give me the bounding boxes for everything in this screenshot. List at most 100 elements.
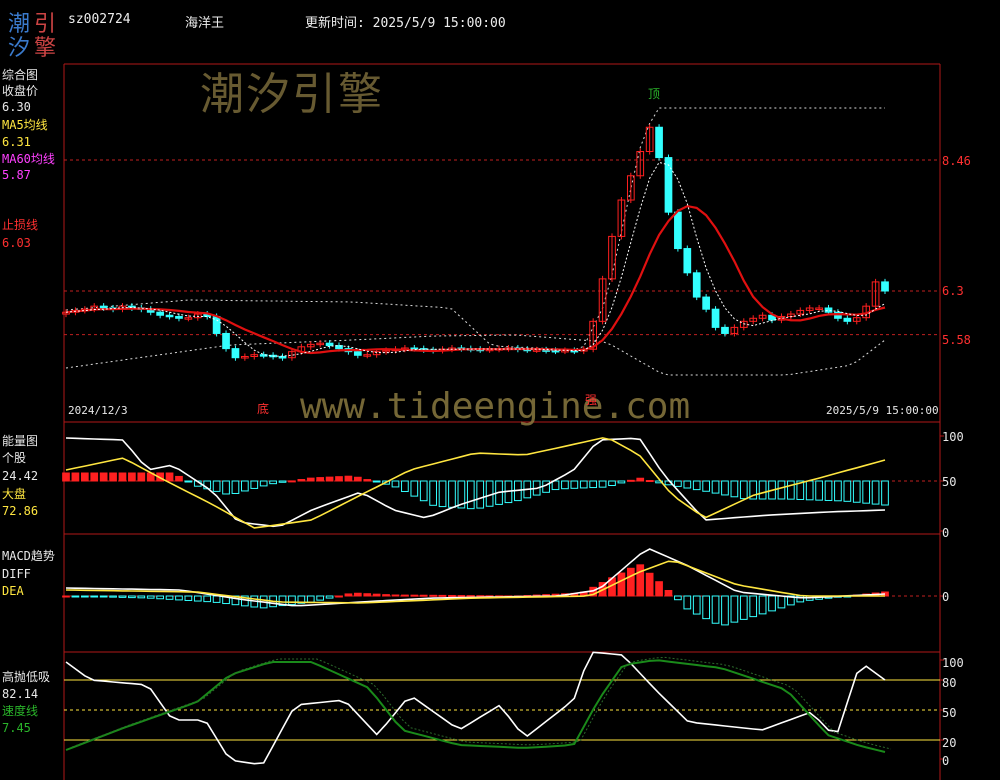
energy-bar [787, 480, 795, 500]
oscillator-line [65, 651, 886, 765]
macd-bar [429, 594, 437, 597]
price-lines [65, 161, 886, 357]
macd-bar [664, 590, 673, 597]
close-label: 收盘价 [2, 84, 39, 98]
candle-body [175, 315, 183, 319]
macd-bar [777, 595, 786, 609]
panel1-title: 综合图 [2, 68, 39, 82]
energy-bar [805, 480, 814, 501]
energy-bar [353, 476, 362, 482]
energy-bar [306, 477, 315, 482]
macd-bar [344, 593, 353, 597]
date-start: 2024/12/3 [68, 404, 128, 417]
energy-bar [372, 480, 381, 483]
macd-bar [457, 595, 466, 598]
candle-body [551, 349, 560, 353]
energy-bar [683, 480, 692, 489]
energy-bar [118, 472, 127, 482]
energy-bar [438, 480, 447, 508]
oscillator-chart [64, 651, 940, 765]
stop-value: 6.03 [2, 236, 31, 250]
energy-bar [259, 480, 268, 487]
macd-bar [730, 595, 739, 623]
price-tick: 6.3 [942, 284, 964, 298]
energy-bar [692, 480, 701, 491]
osc-tick: 80 [942, 676, 957, 690]
candle-body [674, 211, 682, 250]
energy-bar [212, 480, 221, 492]
watermark-url: www.tideengine.com [300, 386, 691, 427]
energy-bar [62, 472, 70, 482]
macd-bar [391, 594, 400, 597]
macd-bar [156, 595, 164, 600]
strong-mark: 强 [585, 393, 598, 407]
macd-bar [382, 594, 390, 597]
top-mark: 顶 [648, 87, 661, 101]
energy-bar [363, 479, 372, 482]
energy-bar [109, 472, 117, 482]
candle-body [99, 305, 108, 309]
macd-bar [466, 595, 475, 598]
candle-body [721, 326, 729, 334]
ma5-label: MA5均线 [2, 118, 48, 132]
macd-bar [203, 595, 212, 603]
energy-bar [410, 480, 419, 497]
energy-tick: 50 [942, 475, 957, 489]
diff-label: DIFF [2, 567, 31, 581]
macd-bar [363, 593, 372, 597]
macd-bar [71, 595, 80, 598]
macd-tick: 0 [942, 590, 950, 604]
market-energy-label: 大盘 [2, 487, 27, 501]
energy-bar [598, 480, 607, 488]
macd-chart [62, 548, 940, 626]
macd-bar [674, 595, 682, 601]
macd-bar [692, 595, 701, 615]
candle-body [692, 272, 701, 298]
energy-bar [476, 480, 485, 509]
candle-body [683, 248, 692, 274]
ma60-value: 5.87 [2, 168, 31, 182]
stock-energy-label: 个股 [2, 451, 27, 465]
panel2-title: 能量图 [2, 434, 39, 448]
candle-body [156, 311, 164, 316]
energy-bar [626, 479, 635, 482]
macd-bar [62, 595, 70, 598]
macd-bar [128, 595, 136, 599]
market-energy-value: 72.86 [2, 504, 39, 518]
watermark-cn: 潮汐引擎 [200, 69, 384, 120]
macd-bar [655, 581, 663, 597]
macd-bar [438, 594, 447, 597]
energy-bar [843, 480, 852, 502]
bottom-mark: 底 [257, 402, 270, 416]
macd-bar [90, 595, 99, 598]
energy-bar [777, 480, 786, 500]
macd-bar [288, 595, 296, 605]
candle-body [278, 356, 287, 359]
macd-bar [617, 572, 626, 597]
macd-bar [683, 595, 692, 610]
energy-bar [824, 480, 833, 501]
energy-bar [758, 480, 767, 500]
energy-bar [485, 480, 494, 507]
candle-body [843, 317, 852, 322]
macd-bar [175, 595, 183, 601]
energy-bar [881, 480, 889, 506]
energy-bar [288, 480, 296, 483]
macd-bar [212, 595, 221, 603]
candle-body [655, 126, 663, 159]
stock-code: sz002724 [68, 12, 131, 27]
update-time: 更新时间: 2025/5/9 15:00:00 [305, 16, 506, 31]
candle-body [702, 296, 710, 310]
macd-bar [749, 595, 758, 618]
energy-bar [739, 480, 748, 500]
market-energy-line [65, 437, 886, 529]
stock-energy-value: 24.42 [2, 469, 39, 483]
macd-bar [335, 595, 343, 598]
energy-bar [419, 480, 428, 502]
energy-bar [90, 472, 99, 482]
energy-tick: 0 [942, 526, 950, 540]
energy-bar [241, 480, 249, 492]
energy-bar [674, 480, 682, 487]
ma5-line [65, 161, 886, 357]
candle-body [711, 308, 720, 328]
